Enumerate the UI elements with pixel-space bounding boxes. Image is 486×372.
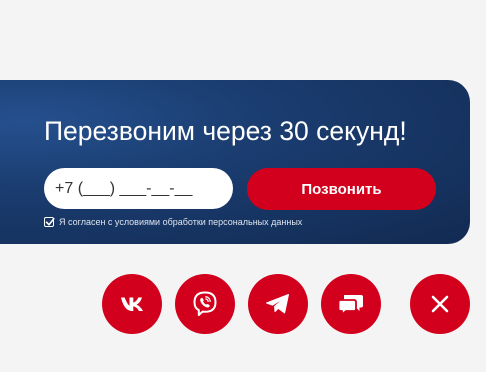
close-icon <box>430 294 450 314</box>
call-button[interactable]: Позвонить <box>247 168 436 210</box>
telegram-button[interactable] <box>248 274 308 334</box>
viber-icon <box>191 290 219 318</box>
close-button[interactable] <box>410 274 470 334</box>
panel-title: Перезвоним через 30 секунд! <box>44 116 407 146</box>
phone-input[interactable] <box>44 168 233 209</box>
vk-icon <box>120 296 144 312</box>
chat-bubbles-icon <box>337 292 365 316</box>
consent-checkbox[interactable]: Я согласен с условиями обработки персона… <box>44 217 302 227</box>
vk-button[interactable] <box>102 274 162 334</box>
chat-button[interactable] <box>321 274 381 334</box>
viber-button[interactable] <box>175 274 235 334</box>
consent-label: Я согласен с условиями обработки персона… <box>59 217 303 227</box>
telegram-icon <box>265 293 291 315</box>
callback-panel: Перезвоним через 30 секунд! Позвонить Я … <box>0 80 470 244</box>
checkbox-checked-icon[interactable] <box>44 217 55 227</box>
